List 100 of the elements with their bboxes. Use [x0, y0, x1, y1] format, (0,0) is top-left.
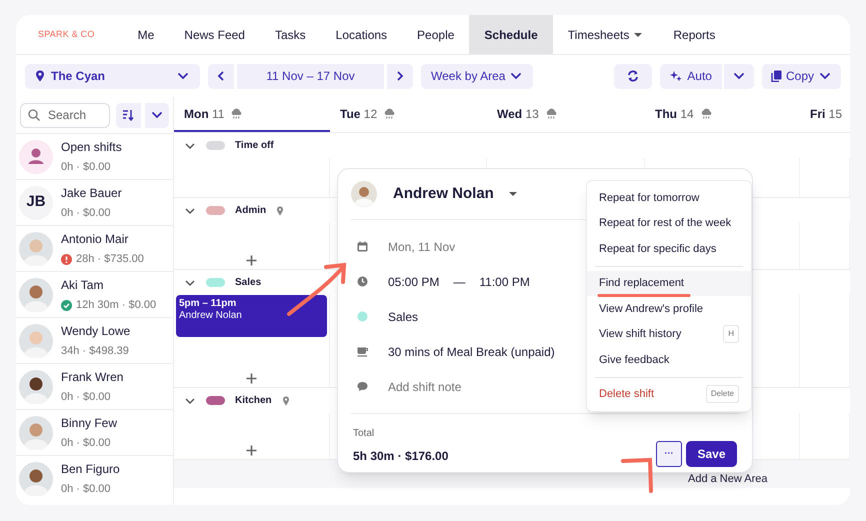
staff-name: Aki Tam — [61, 276, 104, 294]
staff-row[interactable]: JB Jake Bauer 0h · $0.00 — [16, 179, 173, 225]
menu-item[interactable]: View Andrew's profile — [587, 296, 751, 322]
refresh-button[interactable] — [614, 64, 652, 88]
annotation-arrow — [286, 262, 348, 317]
area-name: Kitchen — [235, 394, 272, 408]
cup-icon — [357, 346, 368, 357]
staff-name: Wendy Lowe — [61, 322, 130, 340]
location-dropdown[interactable]: The Cyan — [25, 64, 200, 88]
shift-employee: Andrew Nolan — [179, 310, 243, 322]
staff-summary: 0h · $0.00 — [61, 160, 111, 175]
view-dropdown[interactable]: Week by Area — [421, 64, 534, 88]
search-icon — [28, 109, 40, 121]
staff-summary: 0h · $0.00 — [61, 482, 111, 497]
day-tab[interactable]: Fri 15 — [800, 97, 850, 132]
brand-logo: SPARK & CO — [38, 28, 96, 41]
staff-name: Frank Wren — [61, 368, 124, 386]
shortcut-key: Delete — [706, 385, 739, 404]
area-name: Time off — [235, 139, 274, 153]
menu-item[interactable]: Repeat for rest of the week — [587, 210, 751, 236]
day-tab[interactable]: Tue 12 — [330, 97, 487, 132]
nav-tab[interactable]: Timesheets — [552, 15, 658, 54]
menu-item[interactable]: Give feedback — [587, 347, 751, 372]
menu-item[interactable]: Repeat for specific days — [587, 236, 751, 262]
nav-tab[interactable]: Tasks — [260, 15, 321, 54]
shift-area[interactable]: Sales — [388, 308, 418, 326]
avatar-icon — [19, 370, 53, 404]
sort-options-button[interactable] — [144, 102, 169, 128]
person-icon — [19, 140, 53, 174]
staff-summary: 0h · $0.00 — [61, 206, 111, 221]
staff-row[interactable]: Wendy Lowe 34h · $498.39 — [16, 317, 173, 363]
nav-tab[interactable]: Schedule — [469, 15, 553, 54]
staff-name: Antonio Mair — [61, 230, 130, 248]
nav-tab[interactable]: Locations — [320, 15, 402, 54]
staff-summary: 28h · $735.00 — [76, 252, 144, 267]
employee-dropdown[interactable]: Andrew Nolan — [393, 182, 518, 206]
menu-item[interactable]: Repeat for tomorrow — [587, 185, 751, 210]
menu-item[interactable]: View shift history H — [587, 322, 751, 347]
staff-row[interactable]: Ben Figuro 0h · $0.00 — [16, 455, 173, 501]
avatar-icon — [19, 324, 53, 358]
cloud-rain-icon — [383, 108, 396, 119]
save-button[interactable]: Save — [686, 441, 737, 467]
avatar-icon — [19, 416, 53, 450]
initials-avatar: JB — [19, 186, 53, 220]
nav-tab[interactable]: Reports — [658, 15, 730, 54]
caret-icon — [508, 189, 518, 199]
next-week-button[interactable] — [387, 64, 413, 88]
clock-icon — [357, 276, 368, 287]
sparkle-icon — [670, 70, 682, 82]
staff-row[interactable]: Frank Wren 0h · $0.00 — [16, 363, 173, 409]
staff-name: Open shifts — [61, 138, 122, 156]
chevron-left-icon — [216, 71, 226, 81]
shift-note-field[interactable]: Add shift note — [388, 378, 462, 396]
sort-button[interactable] — [116, 102, 140, 128]
staff-name: Ben Figuro — [61, 460, 120, 478]
end-time[interactable]: 11:00 PM — [479, 272, 530, 290]
staff-row[interactable]: Antonio Mair 28h · $735.00 — [16, 225, 173, 271]
avatar-icon — [19, 278, 53, 312]
search-field[interactable]: Search — [20, 102, 110, 128]
staff-summary: 34h · $498.39 — [61, 344, 129, 359]
nav-tab[interactable]: People — [402, 15, 470, 54]
avatar-icon — [351, 181, 377, 207]
cloud-rain-icon — [544, 108, 558, 119]
previous-week-button[interactable] — [208, 64, 234, 88]
staff-name: Binny Few — [61, 414, 118, 432]
staff-summary: 0h · $0.00 — [61, 390, 111, 405]
start-time[interactable]: 05:00 PM — [388, 272, 440, 290]
chevron-right-icon — [395, 71, 405, 81]
menu-item[interactable]: Find replacement — [587, 270, 751, 296]
area-name: Admin — [235, 204, 266, 218]
area-name: Sales — [235, 276, 262, 290]
shift-time: 5pm – 11pm — [179, 297, 238, 310]
sort-icon — [122, 109, 134, 121]
avatar-icon — [19, 462, 53, 496]
auto-button[interactable]: Auto — [660, 64, 722, 88]
more-button[interactable]: ··· — [656, 441, 682, 467]
day-tab[interactable]: Thu 14 — [645, 97, 800, 132]
day-tab[interactable]: Wed 13 — [487, 97, 645, 132]
location-pin-icon — [35, 70, 45, 82]
nav-tab[interactable]: Me — [122, 15, 170, 54]
total-label: Total — [353, 427, 376, 441]
staff-summary: 12h 30m · $0.00 — [76, 298, 156, 313]
staff-row[interactable]: Binny Few 0h · $0.00 — [16, 409, 173, 455]
cloud-rain-icon — [700, 108, 713, 119]
day-tab[interactable]: Mon 11 — [174, 97, 330, 132]
auto-options-button[interactable] — [724, 64, 754, 88]
copy-icon — [770, 70, 782, 82]
shift-date: Mon, 11 Nov — [388, 238, 456, 256]
shortcut-key: H — [723, 325, 739, 344]
meal-break[interactable]: 30 mins of Meal Break (unpaid) — [388, 342, 555, 360]
nav-tab[interactable]: News Feed — [169, 15, 260, 54]
add-area-link[interactable]: Add a New Area — [688, 470, 768, 487]
date-range-button[interactable]: 11 Nov – 17 Nov — [237, 64, 384, 88]
shift-card[interactable]: 5pm – 11pm Andrew Nolan — [176, 295, 327, 337]
menu-item[interactable]: Delete shift Delete — [587, 382, 751, 407]
refresh-icon — [627, 70, 640, 82]
staff-row[interactable]: Open shifts 0h · $0.00 — [16, 133, 173, 179]
staff-row[interactable]: Aki Tam 12h 30m · $0.00 — [16, 271, 173, 317]
avatar-icon — [19, 232, 53, 266]
copy-dropdown[interactable]: Copy — [762, 64, 841, 88]
